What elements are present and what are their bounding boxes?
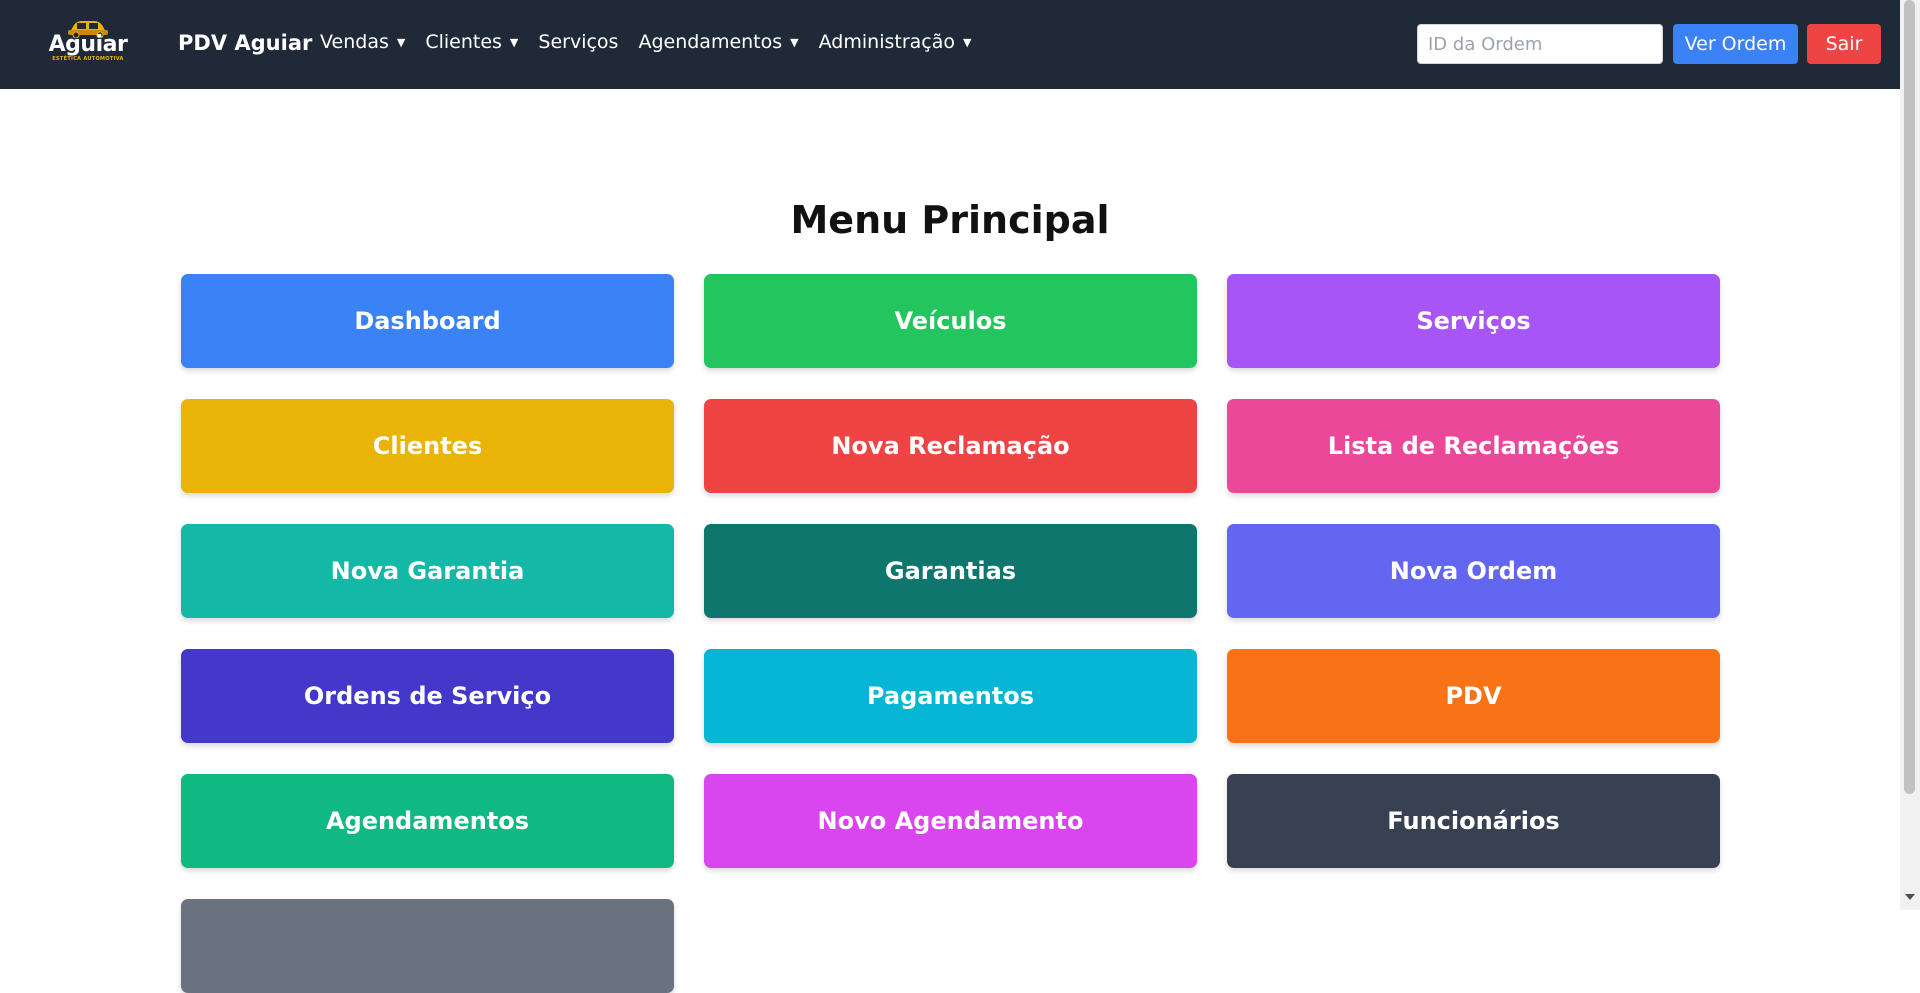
nav-item-vendas[interactable]: Vendas ▼: [320, 31, 405, 53]
nav-item-label: Administração: [818, 31, 955, 53]
nav-item-label: Agendamentos: [638, 31, 783, 53]
tile-partially-visible[interactable]: [181, 899, 674, 993]
main-nav: Vendas ▼ Clientes ▼ Serviços Agendamento…: [320, 31, 991, 53]
tile-novo-agendamento[interactable]: Novo Agendamento: [704, 774, 1197, 868]
tile-dashboard[interactable]: Dashboard: [181, 274, 674, 368]
aguiar-logo[interactable]: Aguiar ESTÉTICA AUTOMOTIVA: [46, 16, 130, 72]
tile-agendamentos[interactable]: Agendamentos: [181, 774, 674, 868]
caret-down-icon: ▼: [396, 35, 406, 49]
tile-funcionarios[interactable]: Funcionários: [1227, 774, 1720, 868]
tile-clientes[interactable]: Clientes: [181, 399, 674, 493]
tile-ordens-servico[interactable]: Ordens de Serviço: [181, 649, 674, 743]
scroll-down-arrow-icon[interactable]: [1905, 894, 1915, 900]
caret-down-icon: ▼: [790, 35, 799, 49]
tile-pdv[interactable]: PDV: [1227, 649, 1720, 743]
tile-nova-ordem[interactable]: Nova Ordem: [1227, 524, 1720, 618]
view-order-button[interactable]: Ver Ordem: [1673, 24, 1798, 64]
scrollbar-thumb[interactable]: [1904, 0, 1915, 794]
nav-item-label: Clientes: [425, 31, 502, 53]
tile-veiculos[interactable]: Veículos: [704, 274, 1197, 368]
nav-item-label: Serviços: [538, 31, 619, 53]
caret-down-icon: ▼: [963, 35, 972, 49]
logo-word: Aguiar: [48, 32, 128, 57]
tile-lista-reclamacoes[interactable]: Lista de Reclamações: [1227, 399, 1720, 493]
tile-garantias[interactable]: Garantias: [704, 524, 1197, 618]
caret-down-icon: ▼: [509, 35, 519, 49]
tile-pagamentos[interactable]: Pagamentos: [704, 649, 1197, 743]
nav-item-label: Vendas: [320, 31, 389, 53]
brand-title[interactable]: PDV Aguiar: [178, 31, 312, 55]
tile-nova-garantia[interactable]: Nova Garantia: [181, 524, 674, 618]
top-navbar: Aguiar ESTÉTICA AUTOMOTIVA PDV Aguiar Ve…: [0, 0, 1900, 89]
page-title: Menu Principal: [790, 198, 1110, 242]
nav-item-clientes[interactable]: Clientes ▼: [425, 31, 518, 53]
nav-item-administracao[interactable]: Administração ▼: [819, 31, 972, 53]
tile-nova-reclamacao[interactable]: Nova Reclamação: [704, 399, 1197, 493]
logo-subtext: ESTÉTICA AUTOMOTIVA: [52, 56, 124, 62]
tile-servicos[interactable]: Serviços: [1227, 274, 1720, 368]
logout-button[interactable]: Sair: [1807, 24, 1881, 64]
nav-item-agendamentos[interactable]: Agendamentos ▼: [638, 31, 798, 53]
nav-item-servicos[interactable]: Serviços: [538, 31, 618, 53]
order-id-input[interactable]: [1417, 24, 1663, 64]
menu-grid: Dashboard Veículos Serviços Clientes Nov…: [181, 274, 1722, 993]
